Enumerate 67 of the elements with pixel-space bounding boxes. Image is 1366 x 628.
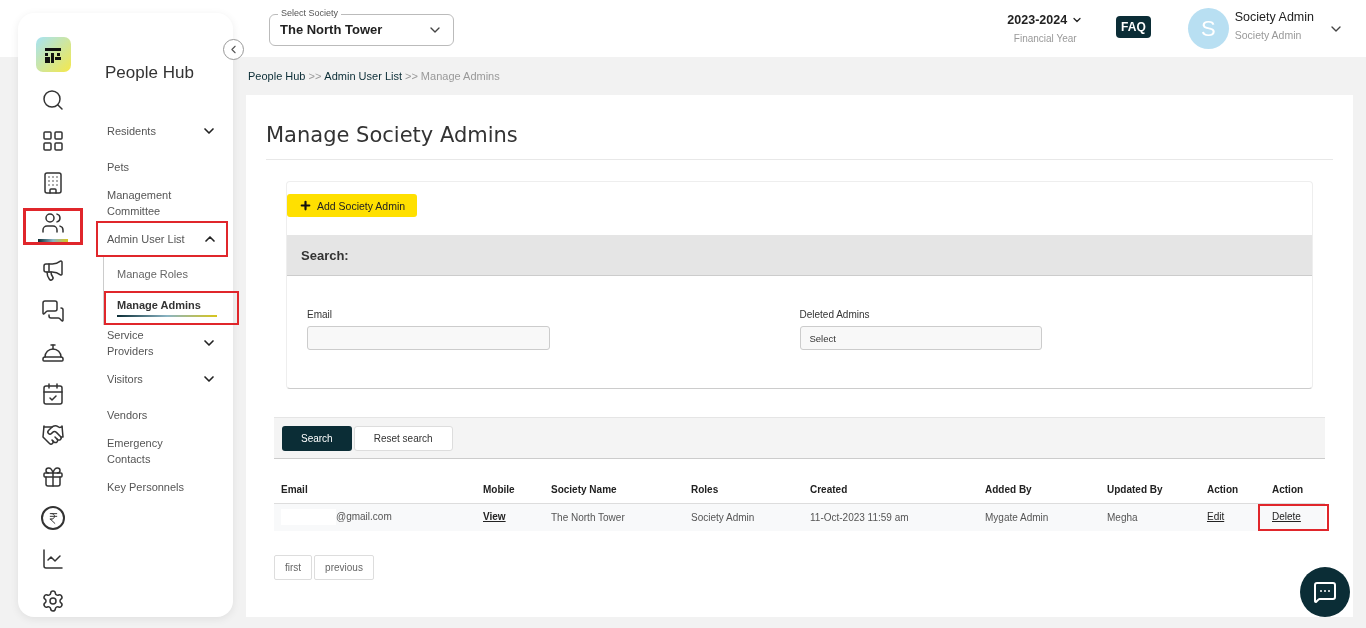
column-header: Society Name [544, 477, 684, 503]
chart-icon[interactable] [41, 547, 65, 572]
page-title: Manage Society Admins [266, 123, 1333, 160]
breadcrumb-separator: >> [308, 70, 322, 82]
table-cell: Megha [1107, 511, 1138, 523]
column-header: Updated By [1100, 477, 1200, 503]
column-header: Roles [684, 477, 803, 503]
submenu-item[interactable]: Manage Roles [104, 257, 239, 291]
collapse-button[interactable] [223, 39, 244, 60]
input-field[interactable] [307, 326, 550, 350]
user-role: Society Admin [1234, 29, 1303, 41]
table-link[interactable]: Edit [1207, 510, 1225, 522]
column-header: Added By [978, 477, 1100, 503]
menu-item[interactable]: Management Committee [105, 185, 227, 221]
menu-item[interactable]: Service Providers [105, 325, 227, 361]
menu-item[interactable]: Admin User List [96, 221, 228, 257]
gift-icon[interactable] [41, 464, 65, 489]
table-cell: Mygate Admin [985, 511, 1049, 523]
chat-bubbles-icon[interactable] [41, 299, 65, 324]
reset-button[interactable]: Reset search [353, 425, 453, 451]
calendar-icon[interactable] [41, 382, 65, 407]
column-header: Action [1265, 477, 1325, 503]
menu-item[interactable]: Emergency Contacts [105, 433, 227, 469]
field-label: Email [307, 309, 333, 320]
breadcrumb-link[interactable]: People Hub [248, 70, 306, 82]
table-cell: Society Admin [691, 511, 755, 523]
page-button[interactable]: previous [314, 554, 374, 580]
table-cell: 11-Oct-2023 11:59 am [810, 511, 909, 523]
menu-item[interactable]: Residents [105, 113, 227, 149]
building-icon[interactable] [41, 170, 65, 195]
menu-item[interactable]: Visitors [105, 361, 227, 397]
table-cell: The North Tower [551, 511, 625, 523]
breadcrumb-separator: >> [405, 70, 418, 82]
plus-icon [299, 199, 312, 212]
column-header: Mobile [476, 477, 544, 503]
column-header: Email [274, 477, 476, 503]
column-header: Created [803, 477, 978, 503]
search-icon[interactable] [41, 88, 65, 113]
nav-button[interactable] [23, 208, 83, 245]
menu-item[interactable]: Key Personnels [105, 469, 227, 505]
search-heading: Search: [287, 235, 1312, 276]
grid-icon[interactable] [41, 129, 65, 154]
menu-title: People Hub [105, 63, 195, 83]
table-cell: @gmail.com [336, 510, 392, 522]
faq-button[interactable]: FAQ [1116, 15, 1151, 38]
megaphone-icon[interactable] [41, 258, 65, 283]
handshake-icon[interactable] [41, 423, 65, 448]
column-header: Action [1200, 477, 1265, 503]
search-button[interactable]: Search [282, 425, 352, 451]
submenu-item[interactable]: Manage Admins [104, 291, 239, 325]
page-button[interactable]: first [274, 554, 313, 580]
user-name: Society Admin [1234, 10, 1314, 24]
table-link[interactable]: View [483, 510, 506, 522]
add-admin-button[interactable]: Add Society Admin [287, 194, 418, 217]
people-icon[interactable] [41, 211, 65, 235]
settings-icon[interactable] [41, 588, 65, 613]
menu-item[interactable]: Pets [105, 149, 227, 185]
year-select[interactable]: 2023-2024 [1007, 13, 1084, 27]
rupee-icon[interactable] [41, 506, 65, 531]
chat-button[interactable] [1300, 567, 1350, 617]
select-field[interactable]: Select [799, 326, 1042, 350]
field-label: Deleted Admins [799, 309, 871, 320]
breadcrumb-link[interactable]: Admin User List [324, 70, 402, 82]
year-caption: Financial Year [1013, 33, 1077, 44]
logo[interactable] [35, 37, 71, 72]
chat-icon [1313, 580, 1337, 604]
menu-item[interactable]: Vendors [105, 397, 227, 433]
